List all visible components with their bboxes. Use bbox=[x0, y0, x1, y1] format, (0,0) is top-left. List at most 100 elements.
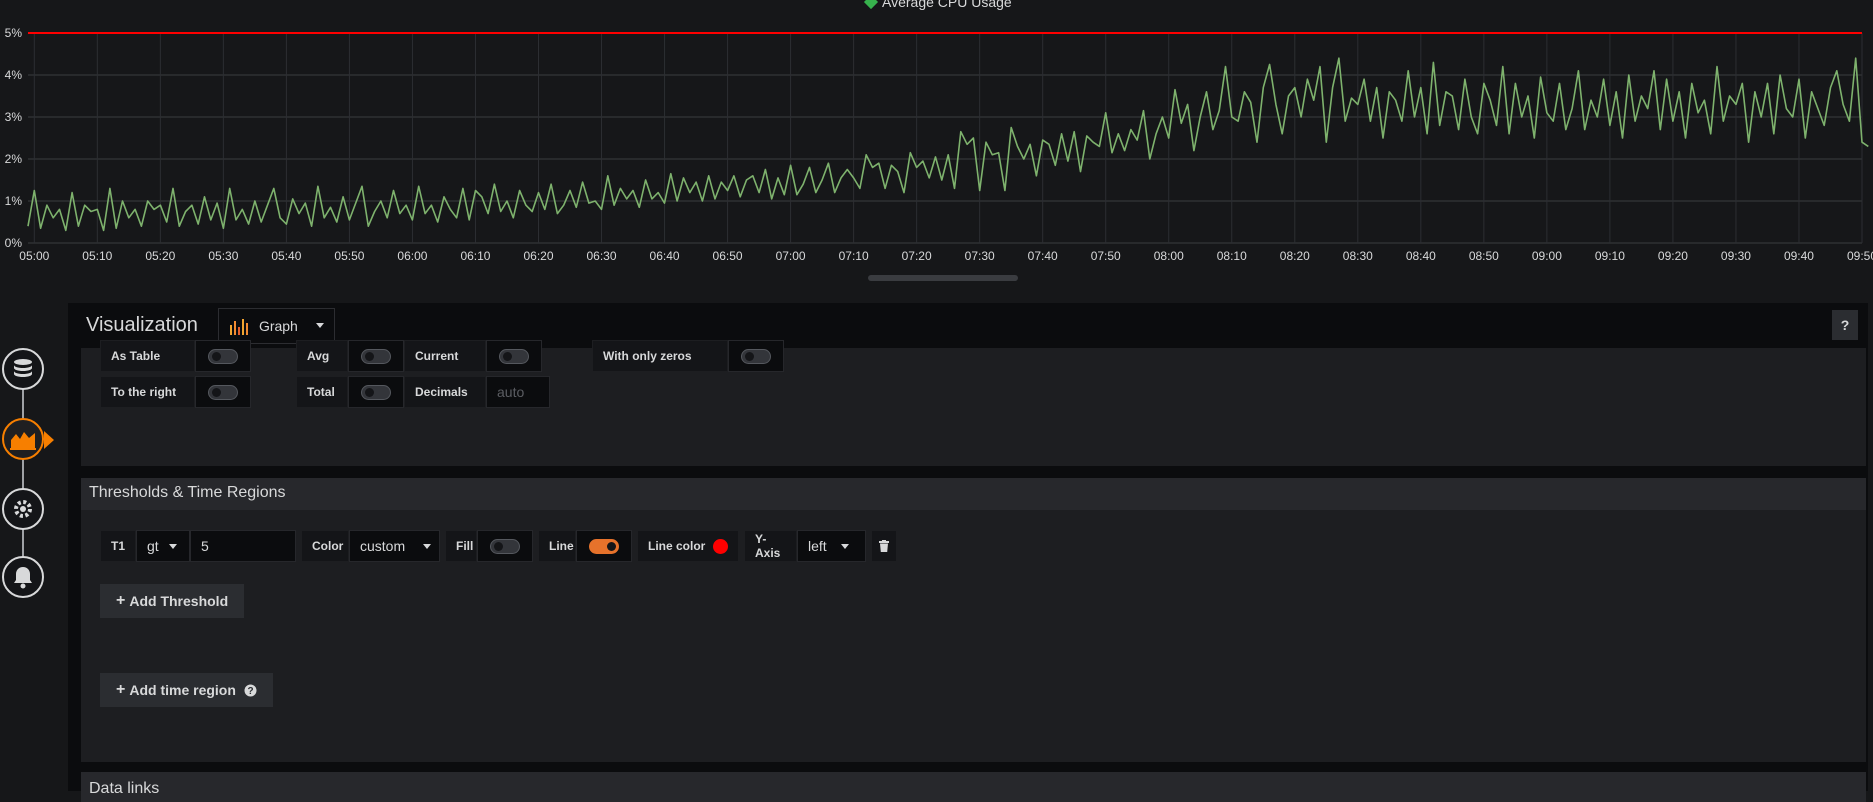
x-tick-label: 07:10 bbox=[839, 249, 869, 263]
total-switch[interactable] bbox=[348, 376, 404, 408]
x-tick-label: 06:40 bbox=[650, 249, 680, 263]
legend-row-1: As Table Avg Current With only zeros bbox=[100, 339, 784, 373]
x-tick-label: 09:00 bbox=[1532, 249, 1562, 263]
gear-icon bbox=[14, 500, 32, 518]
help-button[interactable]: ? bbox=[1832, 310, 1858, 340]
add-time-region-button[interactable]: + Add time region ? bbox=[100, 673, 273, 707]
chevron-down-icon bbox=[315, 323, 324, 328]
data-links-header[interactable]: Data links bbox=[81, 772, 1866, 802]
threshold-t1-label: T1 bbox=[100, 530, 136, 562]
avg-toggle[interactable] bbox=[361, 348, 391, 364]
current-toggle[interactable] bbox=[499, 348, 529, 364]
x-tick-label: 05:20 bbox=[145, 249, 175, 263]
threshold-yaxis-value: left bbox=[808, 538, 827, 554]
y-tick-label: 0% bbox=[5, 236, 23, 250]
to-the-right-toggle[interactable] bbox=[208, 384, 238, 400]
y-tick-label: 1% bbox=[5, 194, 23, 208]
as-table-switch[interactable] bbox=[195, 340, 251, 372]
plus-icon: + bbox=[116, 592, 126, 609]
decimals-input[interactable]: auto bbox=[486, 376, 550, 408]
x-tick-label: 07:30 bbox=[965, 249, 995, 263]
x-tick-label: 09:30 bbox=[1721, 249, 1751, 263]
threshold-row: T1 gt 5 Color custom Fill Line Line colo… bbox=[100, 529, 897, 563]
as-table-label: As Table bbox=[100, 340, 195, 372]
panel-resize-handle[interactable] bbox=[868, 275, 1018, 281]
alert-tab-button[interactable] bbox=[2, 556, 44, 598]
y-tick-label: 2% bbox=[5, 152, 23, 166]
area-chart-icon bbox=[10, 432, 36, 450]
queries-tab-button[interactable] bbox=[2, 348, 44, 390]
threshold-line-toggle[interactable] bbox=[589, 538, 619, 554]
plus-icon: + bbox=[116, 681, 126, 698]
x-tick-label: 09:40 bbox=[1784, 249, 1814, 263]
x-tick-label: 08:00 bbox=[1154, 249, 1184, 263]
threshold-operator-value: gt bbox=[147, 538, 159, 554]
with-only-zeros-toggle[interactable] bbox=[741, 348, 771, 364]
to-the-right-switch[interactable] bbox=[195, 376, 251, 408]
general-tab-button[interactable] bbox=[2, 488, 44, 530]
x-tick-label: 08:50 bbox=[1469, 249, 1499, 263]
total-label: Total bbox=[296, 376, 348, 408]
x-tick-label: 08:40 bbox=[1406, 249, 1436, 263]
x-tick-label: 08:20 bbox=[1280, 249, 1310, 263]
x-tick-label: 06:30 bbox=[587, 249, 617, 263]
add-threshold-button[interactable]: + Add Threshold bbox=[100, 584, 245, 618]
x-tick-label: 05:40 bbox=[271, 249, 301, 263]
x-tick-label: 09:20 bbox=[1658, 249, 1688, 263]
cpu-usage-series-line bbox=[27, 57, 1869, 232]
chevron-down-icon bbox=[840, 543, 849, 549]
avg-label: Avg bbox=[296, 340, 348, 372]
threshold-color-select[interactable]: custom bbox=[349, 530, 440, 562]
line-color-swatch[interactable] bbox=[713, 538, 728, 554]
y-tick-label: 5% bbox=[5, 26, 23, 40]
graph-panel: Average CPU Usage 0% 1% 2% 3% 4% 5% 05:00 05:10… bbox=[0, 0, 1873, 290]
avg-switch[interactable] bbox=[348, 340, 404, 372]
add-time-region-label: Add time region bbox=[129, 682, 236, 698]
visualization-picker-value: Graph bbox=[258, 317, 298, 334]
bell-icon bbox=[14, 567, 32, 589]
threshold-line-switch[interactable] bbox=[576, 530, 632, 562]
x-tick-label: 08:30 bbox=[1343, 249, 1373, 263]
x-tick-label: 06:10 bbox=[460, 249, 490, 263]
x-tick-label: 07:50 bbox=[1091, 249, 1121, 263]
svg-text:?: ? bbox=[247, 686, 253, 697]
add-threshold-label: Add Threshold bbox=[129, 593, 229, 609]
x-tick-label: 07:40 bbox=[1028, 249, 1058, 263]
x-tick-label: 06:20 bbox=[523, 249, 553, 263]
trash-icon bbox=[879, 540, 889, 552]
thresholds-header[interactable]: Thresholds & Time Regions bbox=[81, 478, 1866, 510]
chevron-down-icon bbox=[168, 543, 177, 549]
total-toggle[interactable] bbox=[361, 384, 391, 400]
x-tick-label: 09:10 bbox=[1595, 249, 1625, 263]
x-tick-label: 07:00 bbox=[776, 249, 806, 263]
visualization-title: Visualization bbox=[86, 314, 198, 336]
as-table-toggle[interactable] bbox=[208, 348, 238, 364]
current-switch[interactable] bbox=[486, 340, 542, 372]
active-tab-indicator bbox=[44, 431, 54, 449]
thresholds-section: Thresholds & Time Regions bbox=[81, 478, 1866, 762]
threshold-line-color-label: Line color bbox=[648, 539, 706, 553]
x-tick-label: 07:20 bbox=[902, 249, 932, 263]
thresholds-title: Thresholds & Time Regions bbox=[89, 484, 286, 501]
threshold-color-value: custom bbox=[360, 538, 406, 554]
to-the-right-label: To the right bbox=[100, 376, 195, 408]
visualization-tab-button[interactable] bbox=[2, 418, 44, 460]
x-tick-label: 06:00 bbox=[397, 249, 427, 263]
chevron-down-icon bbox=[423, 543, 432, 549]
threshold-operator-select[interactable]: gt bbox=[136, 530, 190, 562]
with-only-zeros-switch[interactable] bbox=[728, 340, 784, 372]
threshold-fill-switch[interactable] bbox=[477, 530, 533, 562]
x-tick-label: 05:30 bbox=[208, 249, 238, 263]
threshold-value-input[interactable]: 5 bbox=[190, 530, 296, 562]
x-tick-label: 05:10 bbox=[82, 249, 112, 263]
x-tick-label: 05:00 bbox=[19, 249, 49, 263]
threshold-line-color-cell[interactable]: Line color bbox=[637, 530, 739, 562]
threshold-yaxis-select[interactable]: left bbox=[797, 530, 866, 562]
threshold-line-label: Line bbox=[538, 530, 576, 562]
database-icon bbox=[14, 359, 32, 377]
cpu-usage-chart[interactable]: 0% 1% 2% 3% 4% 5% 05:00 05:10 05:20 05:30 05:40 05:… bbox=[0, 0, 1873, 270]
remove-threshold-button[interactable] bbox=[871, 530, 897, 562]
threshold-fill-toggle[interactable] bbox=[490, 538, 520, 554]
x-tick-label: 06:50 bbox=[713, 249, 743, 263]
question-circle-icon[interactable]: ? bbox=[244, 684, 257, 697]
